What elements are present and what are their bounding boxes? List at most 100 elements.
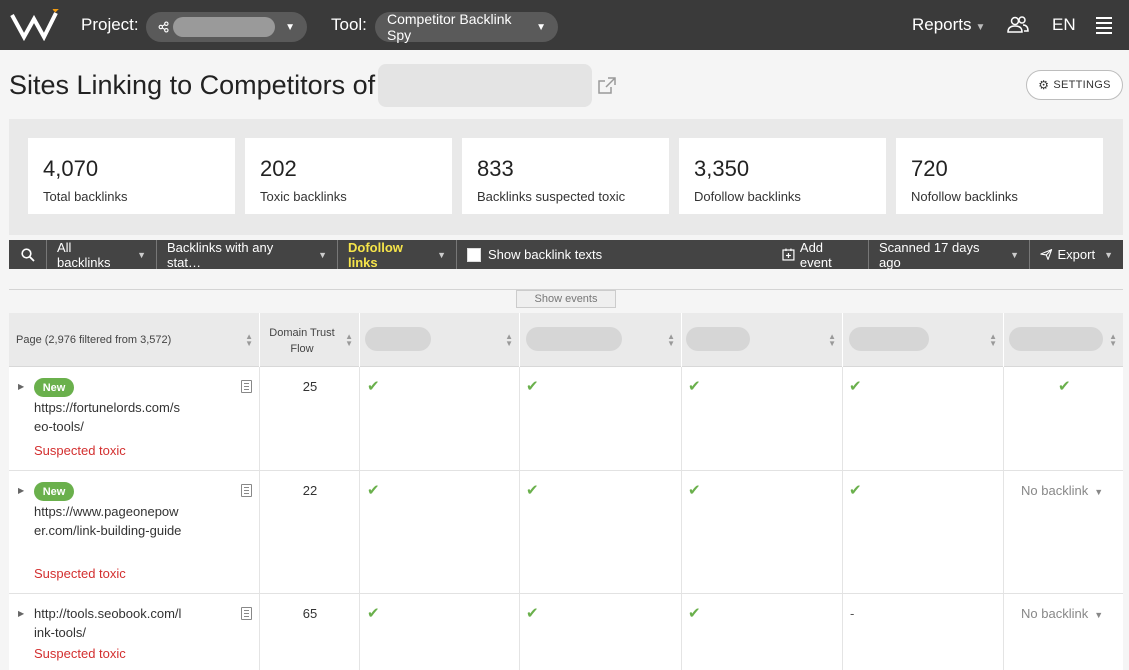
column-header-competitor-1[interactable]: ▲ ▼: [360, 313, 520, 367]
search-icon: [20, 247, 35, 262]
dtf-cell: 25: [260, 367, 360, 470]
search-button[interactable]: [9, 240, 47, 269]
tool-selector[interactable]: Competitor Backlink Spy ▼: [375, 11, 558, 43]
page-cell: ▶ http://tools.seobook.com/link-tools/ S…: [9, 594, 260, 670]
project-selector[interactable]: ▼: [146, 12, 307, 42]
show-backlink-texts-toggle[interactable]: Show backlink texts: [457, 240, 622, 269]
expand-row-icon[interactable]: ▶: [18, 486, 24, 495]
chevron-down-icon: ▼: [975, 22, 986, 33]
stat-value: 3,350: [694, 156, 750, 181]
chevron-down-icon: ▼: [536, 21, 546, 33]
column-header-competitor-3[interactable]: ▲ ▼: [682, 313, 843, 367]
backlink-url[interactable]: https://fortunelords.com/seo-tools/: [34, 398, 184, 436]
column-header-competitor-4[interactable]: ▲ ▼: [843, 313, 1004, 367]
show-texts-checkbox[interactable]: [467, 247, 481, 262]
dofollow-links-dropdown[interactable]: Dofollow links ▼: [338, 239, 457, 270]
toxicity-status: Suspected toxic: [34, 646, 126, 661]
column-header-dtf-label: Domain Trust Flow: [269, 327, 335, 355]
stat-label: Toxic backlinks: [260, 189, 347, 204]
document-icon[interactable]: [241, 380, 252, 393]
chevron-down-icon: ▼: [137, 249, 146, 260]
competitor-5-cell: ✔: [1004, 367, 1123, 470]
export-dropdown[interactable]: Export ▼: [1030, 240, 1123, 269]
chevron-down-icon: ▼: [1094, 487, 1104, 497]
stat-card-suspected-toxic[interactable]: 833 Backlinks suspected toxic: [462, 138, 669, 214]
status-filter-dropdown[interactable]: Backlinks with any stat… ▼: [157, 240, 338, 270]
hamburger-menu-icon[interactable]: [1096, 17, 1112, 34]
stat-card-toxic[interactable]: 202 Toxic backlinks: [245, 138, 452, 214]
checkmark-icon: ✔: [526, 378, 539, 395]
document-icon[interactable]: [241, 607, 252, 620]
no-backlink-label: No backlink: [1021, 483, 1089, 498]
checkmark-icon: ✔: [526, 605, 539, 622]
new-badge: New: [34, 378, 74, 397]
checkmark-icon: ✔: [849, 378, 862, 395]
send-icon: [1040, 249, 1053, 260]
competitor-2-cell: ✔: [520, 471, 682, 593]
chevron-down-icon: ▼: [1094, 610, 1104, 620]
page-cell: ▶ New https://www.pageonepower.com/link-…: [9, 471, 260, 593]
new-badge: New: [34, 482, 74, 501]
stat-card-dofollow[interactable]: 3,350 Dofollow backlinks: [679, 138, 886, 214]
domain-trust-flow-value: 22: [302, 483, 318, 498]
stat-card-nofollow[interactable]: 720 Nofollow backlinks: [896, 138, 1103, 214]
column-header-competitor-5[interactable]: ▲ ▼: [1004, 313, 1123, 367]
domain-trust-flow-value: 65: [302, 606, 318, 621]
stat-value: 4,070: [43, 156, 99, 181]
toxicity-status: Suspected toxic: [34, 566, 126, 581]
no-backlink-dropdown[interactable]: No backlink ▼: [1021, 483, 1103, 498]
checkmark-icon: ✔: [367, 482, 380, 499]
expand-row-icon[interactable]: ▶: [18, 609, 24, 618]
reports-menu[interactable]: Reports ▼: [912, 15, 985, 35]
table-row[interactable]: ▶ New https://fortunelords.com/seo-tools…: [9, 367, 1123, 471]
stat-label: Backlinks suspected toxic: [477, 189, 626, 204]
chevron-down-icon: ▼: [437, 249, 446, 260]
show-events-button[interactable]: Show events: [516, 290, 616, 308]
external-link-icon[interactable]: [597, 76, 617, 96]
no-backlink-dropdown[interactable]: No backlink ▼: [1021, 606, 1103, 621]
calendar-add-icon: [782, 248, 795, 261]
column-header-page[interactable]: Page (2,976 filtered from 3,572) ▲ ▼: [9, 313, 260, 367]
checkmark-icon: ✔: [688, 605, 701, 622]
app-logo-icon[interactable]: [10, 9, 60, 41]
backlink-url[interactable]: https://www.pageonepower.com/link-buildi…: [34, 502, 184, 540]
language-selector[interactable]: EN: [1052, 15, 1076, 35]
table-row[interactable]: ▶ New https://www.pageonepower.com/link-…: [9, 471, 1123, 594]
expand-row-icon[interactable]: ▶: [18, 382, 24, 391]
dofollow-label: Dofollow links: [348, 239, 403, 270]
users-icon[interactable]: [1007, 14, 1029, 36]
competitor-5-cell: No backlink ▼: [1004, 471, 1123, 593]
competitor-4-cell: -: [843, 594, 1004, 670]
document-icon[interactable]: [241, 484, 252, 497]
reports-label: Reports: [912, 15, 972, 34]
backlinks-table: Page (2,976 filtered from 3,572) ▲ ▼ Doma…: [9, 313, 1123, 670]
sort-icon: ▲ ▼: [1109, 332, 1117, 348]
checkmark-icon: ✔: [1058, 378, 1071, 395]
stat-card-total[interactable]: 4,070 Total backlinks: [28, 138, 235, 214]
competitor-name-redacted: [849, 327, 929, 351]
competitor-2-cell: ✔: [520, 594, 682, 670]
sort-icon: ▲ ▼: [667, 332, 675, 348]
add-event-label: Add event: [799, 239, 832, 270]
table-row[interactable]: ▶ http://tools.seobook.com/link-tools/ S…: [9, 594, 1123, 670]
competitor-name-redacted: [1009, 327, 1103, 351]
backlink-url[interactable]: http://tools.seobook.com/link-tools/: [34, 604, 184, 642]
add-event-button[interactable]: Add event: [772, 239, 869, 270]
checkmark-icon: ✔: [367, 378, 380, 395]
competitor-4-cell: ✔: [843, 367, 1004, 470]
settings-button[interactable]: ⚙ SETTINGS: [1026, 70, 1123, 100]
column-header-competitor-2[interactable]: ▲ ▼: [520, 313, 682, 367]
column-header-domain-trust-flow[interactable]: Domain Trust Flow ▲ ▼: [260, 313, 360, 367]
dtf-cell: 22: [260, 471, 360, 593]
scanned-label: Scanned 17 days ago: [879, 239, 980, 270]
competitor-name-redacted: [365, 327, 431, 351]
stat-value: 720: [911, 156, 948, 181]
scanned-dropdown[interactable]: Scanned 17 days ago ▼: [869, 239, 1030, 270]
column-header-page-label: Page (2,976 filtered from 3,572): [16, 334, 172, 346]
all-backlinks-dropdown[interactable]: All backlinks ▼: [47, 240, 157, 270]
page-cell: ▶ New https://fortunelords.com/seo-tools…: [9, 367, 260, 470]
chevron-down-icon: ▼: [1104, 249, 1113, 260]
competitor-3-cell: ✔: [682, 471, 843, 593]
sort-icon: ▲ ▼: [245, 332, 253, 348]
stat-value: 833: [477, 156, 514, 181]
